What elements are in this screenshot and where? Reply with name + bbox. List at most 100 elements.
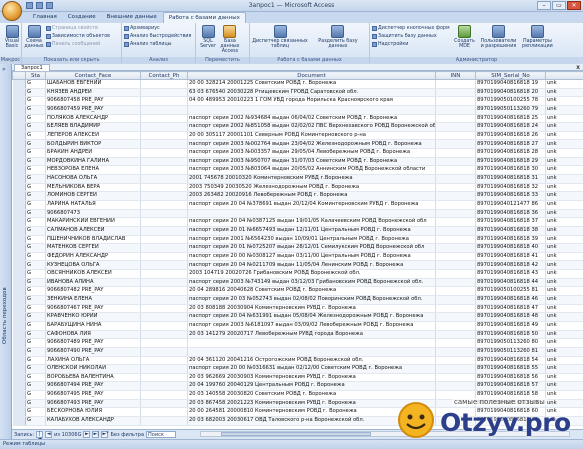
- table-cell[interactable]: G: [25, 157, 46, 167]
- table-cell[interactable]: 20 03 867458 20021223 Коминтерновским РУ…: [187, 399, 436, 409]
- table-cell[interactable]: ЛАХИНА ОЛЬГА: [45, 356, 141, 366]
- table-cell[interactable]: G: [25, 304, 46, 314]
- table-cell[interactable]: [435, 191, 476, 201]
- table-cell[interactable]: G: [25, 183, 46, 193]
- table-cell[interactable]: [140, 260, 188, 271]
- table-cell[interactable]: 8970199040816818 41: [475, 252, 546, 262]
- table-cell[interactable]: [140, 191, 188, 201]
- table-cell[interactable]: НАСОНОВА ОЛЬГА: [45, 174, 141, 184]
- row-selector[interactable]: [12, 330, 26, 340]
- table-cell[interactable]: 8970199050113260 80: [475, 338, 546, 348]
- table-cell[interactable]: unk: [545, 79, 583, 89]
- table-cell[interactable]: G: [25, 200, 46, 210]
- table-cell[interactable]: G: [25, 148, 46, 158]
- table-row[interactable]: G МАТЕНКОВ СЕРГЕЙ паспорт серия 20 01 №072…: [12, 243, 583, 253]
- column-header[interactable]: [545, 71, 583, 80]
- table-cell[interactable]: [140, 381, 188, 392]
- row-selector[interactable]: [12, 416, 26, 426]
- row-selector[interactable]: [12, 278, 26, 288]
- minimize-button[interactable]: –: [537, 1, 551, 10]
- table-cell[interactable]: ЛЕПЕРОВ АЛЕКСЕЙ: [45, 131, 141, 141]
- table-cell[interactable]: 8970199040816818 48: [475, 312, 546, 322]
- table-cell[interactable]: БАРАБУЩИНА НИНА: [45, 321, 141, 331]
- table-cell[interactable]: [435, 200, 476, 210]
- table-cell[interactable]: unk: [545, 243, 583, 253]
- table-cell[interactable]: паспорт серия 20 04 №0387125 выдан 19/01…: [187, 217, 436, 227]
- row-selector[interactable]: [12, 312, 26, 322]
- row-selector[interactable]: [12, 174, 26, 184]
- table-cell[interactable]: 20 04 361120 20041216 Острогожским РОВД …: [187, 356, 436, 366]
- table-cell[interactable]: unk: [545, 114, 583, 124]
- table-cell[interactable]: [140, 243, 188, 253]
- table-cell[interactable]: [435, 286, 476, 296]
- table-cell[interactable]: [140, 390, 188, 400]
- table-cell[interactable]: 9066807489 PRE_PAY: [45, 338, 141, 348]
- table-cell[interactable]: 8970199040816818 38: [475, 226, 546, 236]
- split-database-button[interactable]: Разделить базу данных: [310, 24, 366, 49]
- table-cell[interactable]: 8970199040816818 61: [475, 416, 546, 426]
- table-cell[interactable]: 8970199040816818 27: [475, 139, 546, 150]
- table-cell[interactable]: паспорт серия 20 03 №052743 выдан 02/08/…: [187, 295, 436, 305]
- table-cell[interactable]: [140, 217, 188, 227]
- table-cell[interactable]: паспорт серия 2002 №851058 выдан 02/02/0…: [187, 122, 436, 132]
- new-record-button[interactable]: ►*: [101, 431, 109, 438]
- table-cell[interactable]: [140, 209, 188, 219]
- table-cell[interactable]: [140, 416, 188, 426]
- table-cell[interactable]: unk: [545, 407, 583, 417]
- encrypt-database-button[interactable]: Защитить базу данных: [372, 33, 450, 40]
- table-cell[interactable]: [140, 148, 188, 158]
- close-document-icon[interactable]: x: [576, 64, 580, 71]
- table-cell[interactable]: G: [25, 96, 46, 106]
- table-cell[interactable]: G: [25, 252, 46, 262]
- table-cell[interactable]: 20 00 264581 20000810 Коминтерновским РО…: [187, 407, 436, 417]
- table-cell[interactable]: БЕСКОРНОВА ЮЛИЯ: [45, 407, 141, 417]
- table-cell[interactable]: МЕЛЬНИКОВА ВЕРА: [45, 183, 141, 193]
- table-cell[interactable]: [140, 235, 188, 245]
- table-cell[interactable]: 9066807467 PRE_PAY: [45, 304, 141, 314]
- row-selector[interactable]: [12, 165, 26, 176]
- table-cell[interactable]: [435, 131, 476, 141]
- table-cell[interactable]: 8970199040816818 25: [475, 114, 546, 124]
- table-cell[interactable]: 04 00 489953 20010223 1 ГОМ УВД города Н…: [187, 96, 436, 106]
- table-cell[interactable]: [435, 226, 476, 236]
- table-cell[interactable]: G: [25, 174, 46, 184]
- table-cell[interactable]: [140, 356, 188, 366]
- table-row[interactable]: G ЗЕНКИНА ЕЛЕНА паспорт серия 20 03 №05274…: [12, 295, 583, 305]
- table-cell[interactable]: 8970199040816818 58: [475, 390, 546, 400]
- next-record-button[interactable]: ►: [83, 431, 91, 438]
- row-selector[interactable]: [12, 209, 26, 219]
- table-cell[interactable]: 8970199040816818 55: [475, 364, 546, 374]
- table-cell[interactable]: [435, 381, 476, 392]
- navigation-pane[interactable]: » Область переходов: [0, 64, 12, 439]
- table-row[interactable]: G ЛАРИНА НАТАЛЬЯ паспорт серия 20 04 №3786…: [12, 200, 583, 210]
- table-cell[interactable]: [435, 174, 476, 184]
- table-cell[interactable]: unk: [545, 278, 583, 288]
- table-cell[interactable]: [140, 330, 188, 340]
- table-cell[interactable]: [435, 338, 476, 348]
- table-cell[interactable]: 8970199040816818 49: [475, 321, 546, 331]
- table-cell[interactable]: 8970199040816818 24: [475, 122, 546, 132]
- table-cell[interactable]: G: [25, 165, 46, 176]
- table-cell[interactable]: ПШЕНИЧНИКОВ ВЛАДИСЛАВ: [45, 235, 141, 245]
- table-cell[interactable]: [140, 122, 188, 132]
- table-cell[interactable]: 20 00 305117 20001101 Северным РОВД Коми…: [187, 131, 436, 141]
- table-cell[interactable]: [140, 286, 188, 296]
- table-cell[interactable]: 8970199040816818 59: [475, 399, 546, 409]
- table-cell[interactable]: [140, 304, 188, 314]
- table-cell[interactable]: 20 04 289816 20040628 Советским РОВД г. …: [187, 286, 436, 296]
- table-row[interactable]: G ФЕДОРИН АЛЕКСАНДР паспорт серия 20 00 №0…: [12, 252, 583, 262]
- table-cell[interactable]: [435, 183, 476, 193]
- table-cell[interactable]: [140, 174, 188, 184]
- users-permissions-button[interactable]: Пользователи и разрешения: [479, 24, 517, 49]
- table-cell[interactable]: G: [25, 260, 46, 271]
- table-row[interactable]: G ИВАНОВА АЛИНА паспорт серия 2003 №743149…: [12, 278, 583, 288]
- analyze-table-button[interactable]: Анализ таблицы: [124, 41, 191, 48]
- relationships-button[interactable]: Схема данных: [24, 24, 44, 49]
- table-cell[interactable]: unk: [545, 364, 583, 374]
- table-row[interactable]: G КУЗНЕЦОВА ОЛЬГА паспорт серия 20 04 №021…: [12, 260, 583, 271]
- table-cell[interactable]: [187, 338, 436, 348]
- row-selector[interactable]: [12, 243, 26, 253]
- table-cell[interactable]: unk: [545, 356, 583, 366]
- table-row[interactable]: G 9066807493 PRE_PAY 20 03 867458 20021223…: [12, 399, 583, 409]
- table-cell[interactable]: [435, 209, 476, 219]
